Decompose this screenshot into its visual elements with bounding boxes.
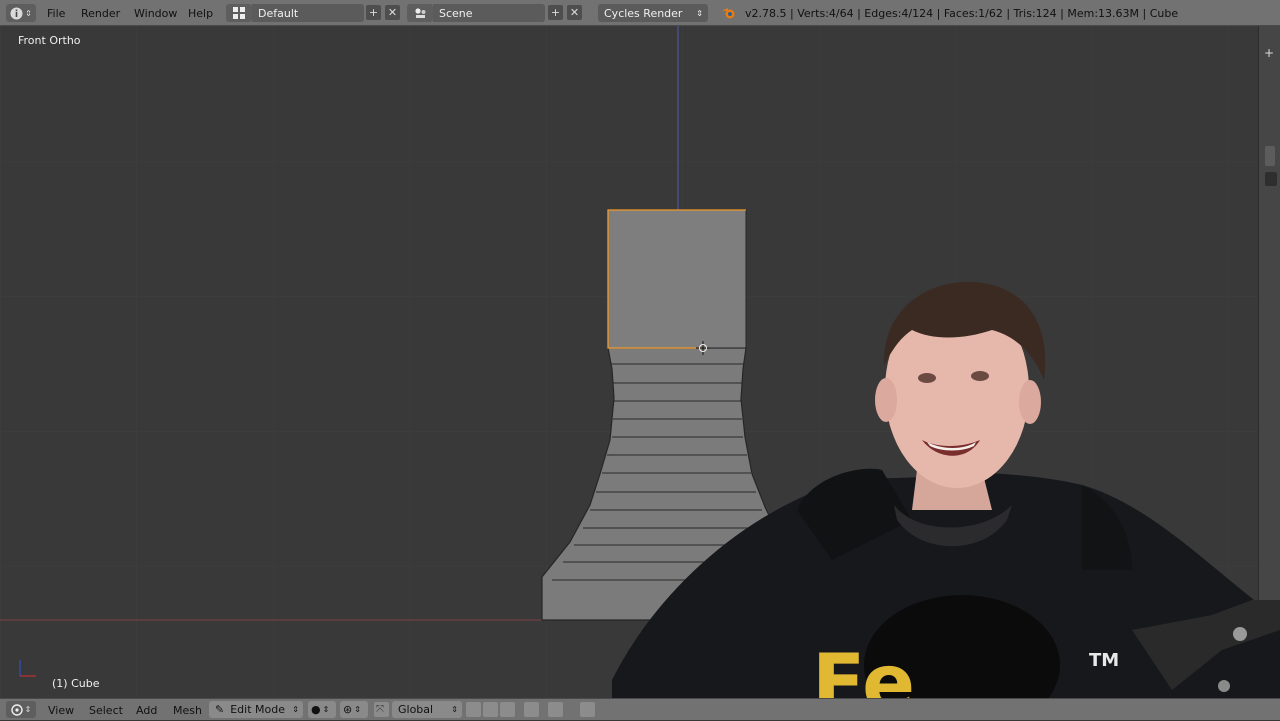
remove-scene-button[interactable]: ✕ [567, 5, 582, 20]
transform-orientation-select[interactable]: Global ⇕ [392, 701, 462, 718]
view3d-editor-icon [10, 703, 23, 716]
shirt-trademark: TM [1089, 650, 1119, 671]
object-label: (1) Cube [52, 677, 100, 690]
mode-label: Edit Mode [230, 703, 285, 716]
proportional-edit-toggle[interactable] [524, 702, 539, 717]
pivot-icon: ⊛ [343, 703, 353, 716]
screen-layout-button[interactable] [226, 4, 252, 22]
editor-type-info-button[interactable]: ⇕ [6, 4, 36, 22]
menu-render[interactable]: Render [81, 0, 120, 26]
remove-screen-button[interactable]: ✕ [385, 5, 400, 20]
menu-view[interactable]: View [48, 699, 74, 721]
viewport-shading-select[interactable]: ● ⇕ [308, 701, 336, 718]
manipulator-toggle[interactable]: ⤧ [374, 702, 389, 717]
menu-file[interactable]: File [47, 0, 65, 26]
info-header: ⇕ File Render Window Help Default + ✕ Sc… [0, 0, 1280, 26]
view-label: Front Ortho [18, 34, 81, 47]
scene-button[interactable] [407, 4, 433, 22]
panel-tab[interactable] [1265, 172, 1277, 186]
webcam-overlay: Fe TM [612, 270, 1280, 720]
chevron-updown-icon: ⇕ [451, 705, 458, 714]
info-icon [10, 7, 23, 19]
blender-logo-icon [721, 0, 737, 26]
menu-help[interactable]: Help [188, 0, 213, 26]
snap-element-select[interactable] [580, 702, 595, 717]
menu-mesh[interactable]: Mesh [173, 699, 202, 721]
chevron-updown-icon: ⇕ [24, 705, 32, 714]
chevron-updown-icon: ⇕ [696, 8, 703, 18]
editor-type-3dview-button[interactable]: ⇕ [6, 701, 36, 718]
edit-mode-icon: ✎ [215, 703, 225, 716]
menu-select[interactable]: Select [89, 699, 123, 721]
manipulator-icon: ⤧ [376, 704, 384, 715]
snap-toggle[interactable] [548, 702, 563, 717]
panel-tab[interactable] [1265, 146, 1275, 166]
layer-button[interactable] [466, 702, 481, 717]
plus-icon: + [368, 6, 379, 19]
close-icon: ✕ [569, 6, 580, 19]
scene-field[interactable]: Scene [433, 4, 545, 22]
layer-button[interactable] [483, 702, 498, 717]
pivot-point-select[interactable]: ⊛ ⇕ [340, 701, 368, 718]
orientation-label: Global [398, 703, 434, 716]
viewport-shading-icon: ● [311, 703, 321, 716]
menu-window[interactable]: Window [134, 0, 177, 26]
render-engine-select[interactable]: Cycles Render ⇕ [598, 4, 708, 22]
render-engine-label: Cycles Render [604, 6, 683, 20]
chevron-updown-icon: ⇕ [292, 705, 299, 714]
screen-layout-field[interactable]: Default [252, 4, 364, 22]
3d-view-header: ⇕ View Select Add Mesh ✎ Edit Mode ⇕ ● ⇕ … [0, 698, 1280, 720]
close-icon: ✕ [387, 6, 398, 19]
plus-icon: + [550, 6, 561, 19]
mode-select[interactable]: ✎ Edit Mode ⇕ [209, 701, 303, 718]
webcam-image: Fe TM [612, 281, 1280, 720]
chevron-updown-icon: ⇕ [25, 8, 32, 18]
scene-statistics: v2.78.5 | Verts:4/64 | Edges:4/124 | Fac… [745, 6, 1179, 20]
region-toggle-plus-icon[interactable]: + [1261, 46, 1277, 62]
add-screen-button[interactable]: + [366, 5, 381, 20]
menu-add[interactable]: Add [136, 699, 157, 721]
layer-button[interactable] [500, 702, 515, 717]
screen-layout-icon [233, 7, 245, 19]
add-scene-button[interactable]: + [548, 5, 563, 20]
scene-icon [414, 7, 425, 18]
